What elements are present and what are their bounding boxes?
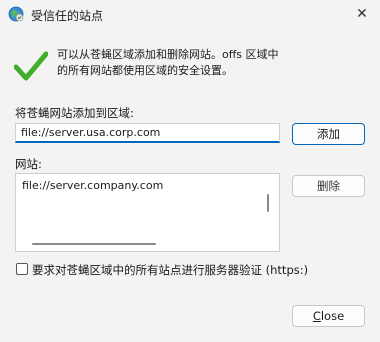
title-bar: 受信任的站点 ✕ [0, 0, 380, 30]
remove-button[interactable]: 删除 [292, 175, 365, 197]
close-label-rest: lose [320, 309, 345, 323]
close-accelerator: C [312, 309, 321, 323]
close-icon: ✕ [356, 6, 368, 22]
description-line-2: 的所有网站都使用区域的安全设置。 [57, 64, 233, 77]
close-window-button[interactable]: ✕ [352, 4, 372, 24]
globe-icon [8, 6, 24, 22]
close-button[interactable]: Close [292, 305, 365, 327]
vertical-scrollbar[interactable] [267, 194, 269, 212]
add-button[interactable]: 添加 [292, 123, 365, 145]
zone-description: 可以从苍蝇区域添加和删除网站。offs 区域中 的所有网站都使用区域的安全设置。 [57, 47, 357, 79]
window-title: 受信任的站点 [31, 9, 104, 23]
description-line-1: 可以从苍蝇区域添加和删除网站。offs 区域中 [57, 48, 279, 61]
https-checkbox[interactable] [16, 263, 28, 275]
horizontal-scrollbar[interactable] [32, 243, 156, 245]
add-site-label: 将苍蝇网站添加到区域: [15, 106, 134, 120]
add-site-input[interactable] [15, 123, 280, 143]
sites-label: 网站: [15, 157, 42, 171]
sites-listbox[interactable]: file://server.company.com [15, 173, 280, 252]
checkmark-icon [14, 51, 48, 81]
list-item[interactable]: file://server.company.com [22, 179, 163, 192]
https-checkbox-label[interactable]: 要求对苍蝇区域中的所有站点进行服务器验证 (https:) [32, 262, 308, 278]
